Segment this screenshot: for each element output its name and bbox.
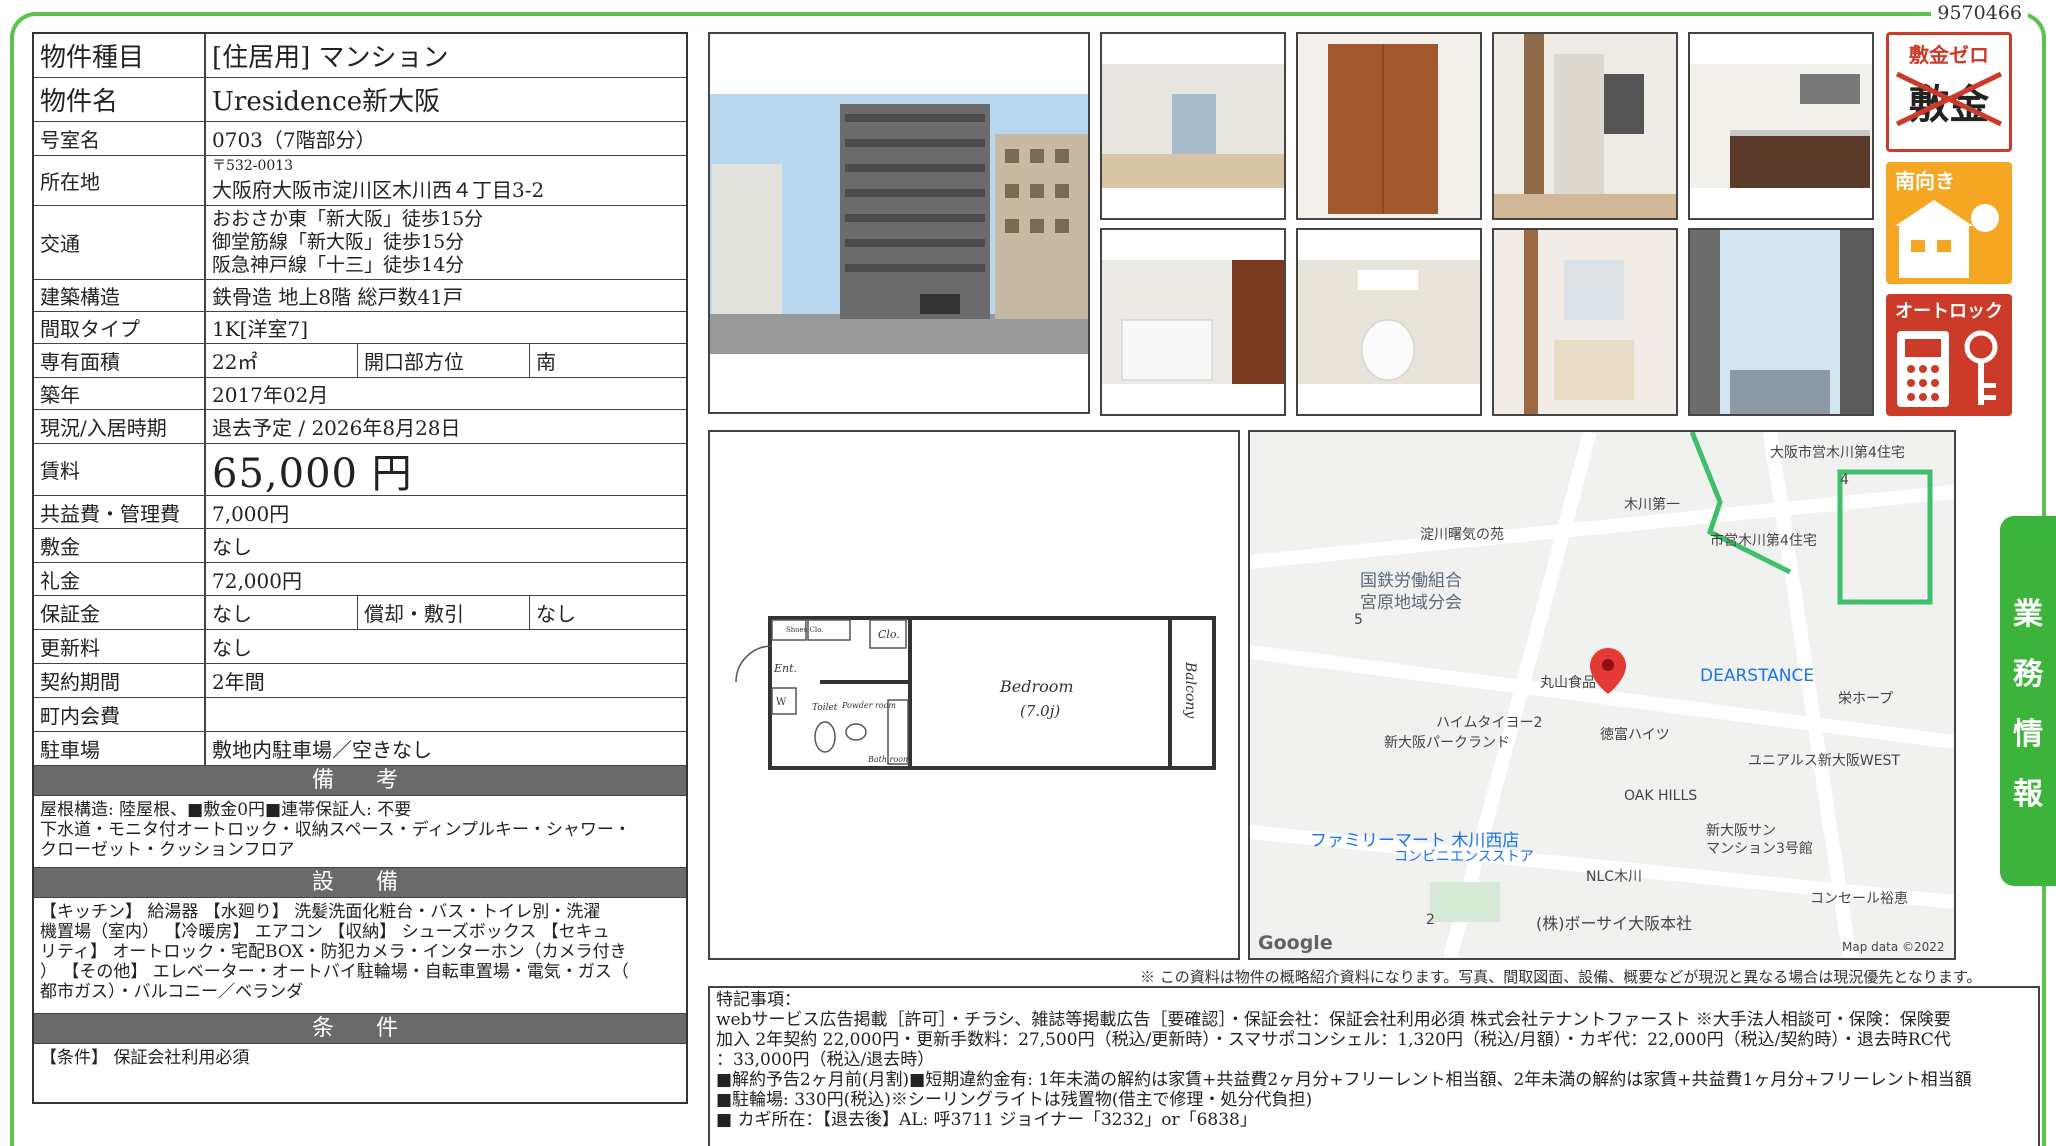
disclaimer: ※ この資料は物件の概略紹介資料になります。写真、間取図面、設備、概要などが現況… [1140,968,1982,986]
interior-photo-living[interactable] [1100,32,1286,220]
vanity-illustration [1494,230,1676,414]
row-layout: 間取タイプ 1K[洋室7] [34,312,686,344]
interior-photo-kitchen[interactable] [1688,32,1874,220]
badge-south-facing: 南向き [1886,162,2012,284]
plan-label-balcony: Balcony [1182,661,1198,719]
sun-house-icon [1895,200,1999,278]
equipment-text: 【キッチン】 給湯器 【水廻り】 洗髪洗面化粧台・バス・トイレ別・洗濯 機置場（… [34,898,686,1014]
conditions-header: 条 件 [34,1014,686,1044]
map-copyright: Map data ©2022 [1842,940,1945,954]
plan-label-toilet: Toilet [812,703,838,713]
rent-amount: 65,000 円 [212,450,413,497]
row-address: 所在地 〒532-0013 大阪府大阪市淀川区木川西４丁目3-2 [34,156,686,206]
balcony-illustration [1690,230,1872,414]
door-illustration [1298,34,1480,218]
row-association: 町内会費 [34,698,686,732]
plan-label-bedroom-size: (7.0j) [1020,702,1060,720]
row-room: 号室名 0703（7階部分） [34,122,686,156]
row-key-money: 礼金 72,000円 [34,563,686,596]
equipment-header: 設 備 [34,868,686,898]
exterior-photo-balcony[interactable] [1688,228,1874,416]
toilet-illustration [1298,260,1480,384]
room-illustration [1102,64,1284,188]
cross-icon [1895,71,2003,127]
row-type: 物件種目 [住居用] マンション [34,34,686,78]
address: 大阪府大阪市淀川区木川西４丁目3-2 [212,177,545,202]
interior-photo-toilet[interactable] [1296,228,1482,416]
row-contract: 契約期間 2年間 [34,664,686,698]
row-parking: 駐車場 敷地内駐車場／空きなし [34,732,686,766]
row-built: 築年 2017年02月 [34,378,686,410]
badge-zero-deposit: 敷金ゼロ 敷金 [1886,32,2012,152]
transport-line: 阪急神戸線「十三」徒歩14分 [212,254,465,276]
interior-photo-hallway[interactable] [1492,32,1678,220]
transport-line: おおさか東「新大阪」徒歩15分 [212,208,484,230]
plan-label-bedroom: Bedroom [999,677,1074,696]
building-exterior-photo[interactable] [708,32,1090,414]
remarks-header: 備 考 [34,766,686,796]
row-fee: 共益費・管理費 7,000円 [34,496,686,529]
floor-plan-drawing: Shoes Clo. Clo. Ent. W Toilet Powder roo… [735,616,1216,770]
row-renewal: 更新料 なし [34,630,686,664]
plan-label-washer: W [776,697,787,708]
transport-line: 御堂筋線「新大阪」徒歩15分 [212,231,465,253]
floor-plan[interactable]: Shoes Clo. Clo. Ent. W Toilet Powder roo… [708,430,1240,960]
row-structure: 建築構造 鉄骨造 地上8階 総戸数41戸 [34,280,686,312]
postal-code: 〒532-0013 [212,157,294,174]
remarks-text: 屋根構造: 陸屋根、■敷金0円■連帯保証人: 不要 下水道・モニタ付オートロック… [34,796,686,868]
badge-autolock: オートロック [1886,294,2012,416]
plan-label-entrance: Ent. [773,662,797,675]
google-logo: Google [1258,932,1333,954]
row-rent: 賃料 65,000 円 [34,444,686,497]
plan-label-bath: Bath room [867,755,911,764]
kitchen-illustration [1690,64,1872,188]
plan-label-shoes: Shoes Clo. [786,626,823,634]
crossed-word: 敷金 [1889,71,2009,130]
location-map[interactable]: 大阪市営木川第4住宅 木川第一 淀川曙気の苑 市営木川第4住宅 国鉄労働組合 宮… [1248,430,1956,960]
business-info-tab[interactable]: 業 務 情 報 [2000,516,2056,886]
interior-photo-door[interactable] [1296,32,1482,220]
hallway-illustration [1494,34,1676,218]
interior-photo-bath[interactable] [1100,228,1286,416]
intercom-key-icon [1897,330,1998,407]
row-status: 現況/入居時期 退去予定 / 2026年8月28日 [34,410,686,444]
interior-photo-vanity[interactable] [1492,228,1678,416]
property-id: 9570466 [1931,2,2028,24]
row-deposit: 敷金 なし [34,529,686,563]
row-area: 専有面積 22㎡ 開口部方位 南 [34,344,686,378]
special-notes: 特記事項： webサービス広告掲載［許可］・チラシ、雑誌等掲載広告［要確認］・保… [708,986,2040,1146]
row-name: 物件名 Uresidence新大阪 [34,78,686,122]
row-guarantee: 保証金 なし 償却・敷引 なし [34,596,686,630]
plan-label-powder: Powder room [841,701,896,710]
building-illustration [710,94,1088,354]
plan-label-closet: Clo. [878,628,900,641]
bath-illustration [1102,260,1284,384]
conditions-text: 【条件】 保証会社利用必須 [40,1048,250,1068]
property-info-table: 物件種目 [住居用] マンション 物件名 Uresidence新大阪 号室名 0… [32,32,688,1104]
row-transport: 交通 おおさか東「新大阪」徒歩15分 御堂筋線「新大阪」徒歩15分 阪急神戸線「… [34,206,686,280]
